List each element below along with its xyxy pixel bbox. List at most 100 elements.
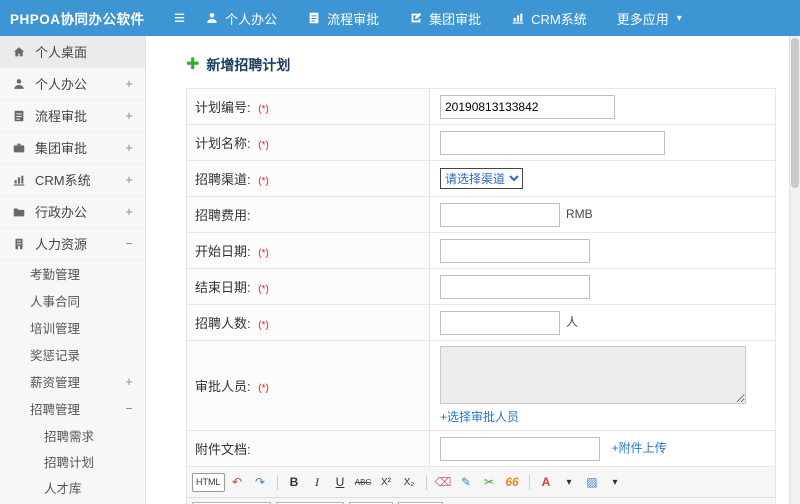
collapse-toggle[interactable]: −	[123, 236, 135, 251]
sidebar-subitem-label: 招聘计划	[44, 455, 95, 470]
sidebar-subitem-label: 考勤管理	[30, 268, 81, 282]
sidebar-item-process-approval[interactable]: 流程审批 +	[0, 100, 145, 132]
sidebar-item-hr[interactable]: 人力资源 −	[0, 228, 145, 260]
plan-name-input[interactable]	[440, 130, 665, 155]
hamburger-menu-icon[interactable]: ≡	[174, 9, 185, 28]
background-color-caret-icon[interactable]: ▾	[605, 472, 626, 493]
approver-textarea[interactable]	[440, 346, 746, 404]
italic-icon[interactable]: I	[307, 472, 328, 493]
plan-no-input[interactable]	[440, 94, 615, 119]
document-check-icon	[12, 109, 28, 123]
upload-attachment-link[interactable]: +附件上传	[612, 441, 667, 455]
fee-input[interactable]	[440, 202, 560, 227]
topbar-item-process-approval[interactable]: 流程审批	[307, 9, 379, 28]
subscript-icon[interactable]: X₂	[399, 472, 420, 493]
strikethrough-icon[interactable]: ABC	[353, 472, 374, 493]
required-mark: (*)	[258, 140, 269, 151]
topbar-item-crm[interactable]: CRM系统	[511, 9, 587, 28]
headcount-unit: 人	[566, 314, 579, 329]
folder-icon	[12, 205, 28, 219]
briefcase-icon	[12, 141, 28, 155]
vertical-scrollbar[interactable]	[789, 36, 800, 504]
sidebar-item-label: 流程审批	[35, 109, 88, 124]
form-row-headcount: 招聘人数: (*) 人	[186, 304, 776, 341]
sidebar-subitem-recruitment[interactable]: 招聘管理 −	[0, 395, 145, 422]
select-approver-link[interactable]: +选择审批人员	[440, 408, 519, 425]
sidebar-subitem-talent-pool[interactable]: 人才库	[0, 474, 145, 500]
fee-unit: RMB	[566, 206, 593, 221]
required-mark: (*)	[258, 284, 269, 295]
topbar-item-label: 个人办公	[225, 11, 278, 27]
document-check-icon	[307, 11, 321, 25]
eraser-icon[interactable]: ⌫	[433, 472, 454, 493]
sidebar-item-label: 个人桌面	[35, 45, 88, 60]
field-label: 招聘渠道:	[195, 172, 251, 187]
add-plan-icon: ✚	[186, 56, 200, 73]
field-label: 招聘人数:	[195, 316, 251, 331]
sidebar-item-admin-office[interactable]: 行政办公 +	[0, 196, 145, 228]
topbar-item-more-apps[interactable]: 更多应用 ▾	[617, 9, 682, 28]
field-label: 计划编号:	[195, 100, 251, 115]
sidebar-item-personal-desktop[interactable]: 个人桌面	[0, 36, 145, 68]
topbar-item-personal-office[interactable]: 个人办公	[205, 9, 277, 28]
start-date-input[interactable]	[440, 238, 590, 263]
sidebar-subitem-hr-contract[interactable]: 人事合同	[0, 287, 145, 314]
scrollbar-thumb[interactable]	[791, 38, 799, 188]
edit-icon	[409, 11, 423, 25]
sidebar-item-personal-office[interactable]: 个人办公 +	[0, 68, 145, 100]
topbar-item-label: CRM系统	[531, 11, 587, 27]
expand-toggle[interactable]: +	[123, 108, 135, 123]
blockquote-icon[interactable]: 66	[502, 472, 523, 493]
sidebar: 个人桌面 个人办公 + 流程审批 + 集团审批 + CRM系统 + 行政办公 +	[0, 36, 146, 504]
topbar-item-group-approval[interactable]: 集团审批	[409, 9, 481, 28]
sidebar-item-label: 人力资源	[35, 237, 88, 252]
channel-select[interactable]: 请选择渠道	[440, 168, 523, 189]
background-color-icon[interactable]: ▨	[582, 472, 603, 493]
chevron-down-icon: ▾	[676, 12, 682, 24]
topbar-item-label: 流程审批	[327, 11, 380, 27]
html-source-button[interactable]: HTML	[192, 472, 225, 492]
sidebar-item-group-approval[interactable]: 集团审批 +	[0, 132, 145, 164]
home-icon	[12, 45, 28, 59]
field-label: 附件文档:	[195, 442, 251, 457]
editor-toolbar-row2: 自定义标题 ▾ 段落格式 ▾ 字体 ▾ 字号 ▾	[187, 498, 775, 504]
topbar: PHPOA协同办公软件 ≡ 个人办公 流程审批 集团审批 CRM系统 更多应用 …	[0, 0, 800, 36]
headcount-input[interactable]	[440, 310, 560, 335]
underline-icon[interactable]: U	[330, 472, 351, 493]
undo-icon[interactable]: ↶	[227, 472, 248, 493]
cut-icon[interactable]: ✂	[479, 472, 500, 493]
form-row-approver: 审批人员: (*) +选择审批人员	[186, 340, 776, 431]
toolbar-separator	[528, 474, 530, 490]
redo-icon[interactable]: ↷	[250, 472, 271, 493]
expand-toggle[interactable]: +	[123, 374, 135, 389]
sidebar-item-crm[interactable]: CRM系统 +	[0, 164, 145, 196]
expand-toggle[interactable]: +	[123, 204, 135, 219]
sidebar-subitem-recruit-demand[interactable]: 招聘需求	[0, 422, 145, 448]
user-icon	[205, 11, 219, 25]
superscript-icon[interactable]: X²	[376, 472, 397, 493]
sidebar-subitem-recruit-plan[interactable]: 招聘计划	[0, 448, 145, 474]
toolbar-separator	[276, 474, 278, 490]
sidebar-subitem-salary[interactable]: 薪资管理 +	[0, 368, 145, 395]
collapse-toggle[interactable]: −	[123, 401, 135, 416]
form-row-fee: 招聘费用: RMB	[186, 196, 776, 233]
field-label: 审批人员:	[195, 379, 251, 394]
sidebar-subitem-label: 奖惩记录	[30, 349, 81, 363]
expand-toggle[interactable]: +	[123, 140, 135, 155]
required-mark: (*)	[258, 320, 269, 331]
bold-icon[interactable]: B	[284, 472, 305, 493]
user-icon	[12, 77, 28, 91]
sidebar-subitem-rewards[interactable]: 奖惩记录	[0, 341, 145, 368]
expand-toggle[interactable]: +	[123, 172, 135, 187]
sidebar-subitem-training[interactable]: 培训管理	[0, 314, 145, 341]
expand-toggle[interactable]: +	[123, 76, 135, 91]
font-color-icon[interactable]: A	[536, 472, 557, 493]
end-date-input[interactable]	[440, 274, 590, 299]
sidebar-item-label: 行政办公	[35, 205, 88, 220]
font-color-caret-icon[interactable]: ▾	[559, 472, 580, 493]
format-painter-icon[interactable]: ✎	[456, 472, 477, 493]
sidebar-subitem-label: 培训管理	[30, 322, 81, 336]
required-mark: (*)	[258, 104, 269, 115]
sidebar-subitem-attendance[interactable]: 考勤管理	[0, 260, 145, 287]
attachment-input[interactable]	[440, 436, 600, 461]
